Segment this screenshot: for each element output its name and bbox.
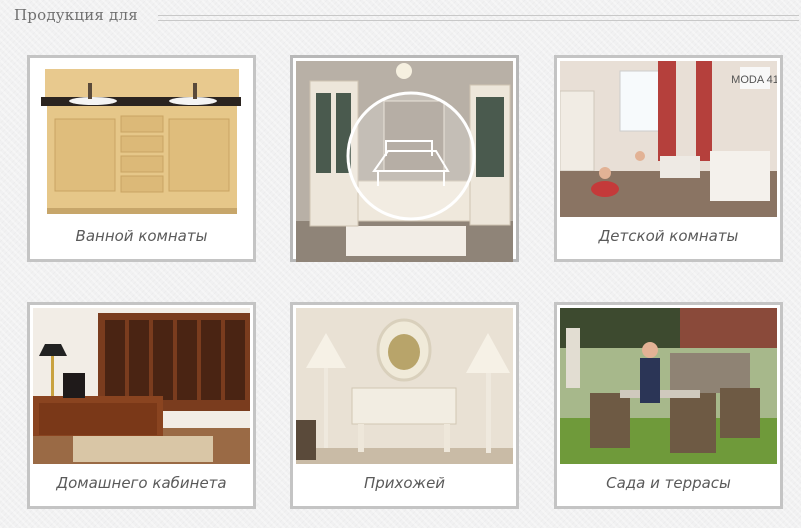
product-card-kids-room[interactable]: MODA 41 Детской комнаты [554, 55, 783, 262]
product-caption: Прихожей [363, 474, 446, 492]
product-caption: Ванной комнаты [75, 227, 208, 245]
home-office-image [33, 308, 250, 464]
header-divider [158, 15, 799, 21]
garden-terrace-image [560, 308, 777, 464]
bathroom-vanity-image [33, 61, 250, 217]
product-caption: Сада и террасы [606, 474, 731, 492]
hallway-console-image [296, 308, 513, 464]
product-card-living-room[interactable] [290, 55, 519, 262]
product-card-bathroom[interactable]: Ванной комнаты [27, 55, 256, 262]
section-header: Продукция для [0, 0, 801, 34]
living-room-showcase-image [296, 61, 513, 262]
product-caption: Детской комнаты [598, 227, 739, 245]
section-title: Продукция для [14, 6, 138, 24]
product-caption: Домашнего кабинета [56, 474, 227, 492]
product-card-garden[interactable]: Сада и террасы [554, 302, 783, 509]
badge-text: MODA 41 [731, 74, 777, 86]
kids-room-image: MODA 41 [560, 61, 777, 217]
product-card-home-office[interactable]: Домашнего кабинета [27, 302, 256, 509]
product-card-hallway[interactable]: Прихожей [290, 302, 519, 509]
